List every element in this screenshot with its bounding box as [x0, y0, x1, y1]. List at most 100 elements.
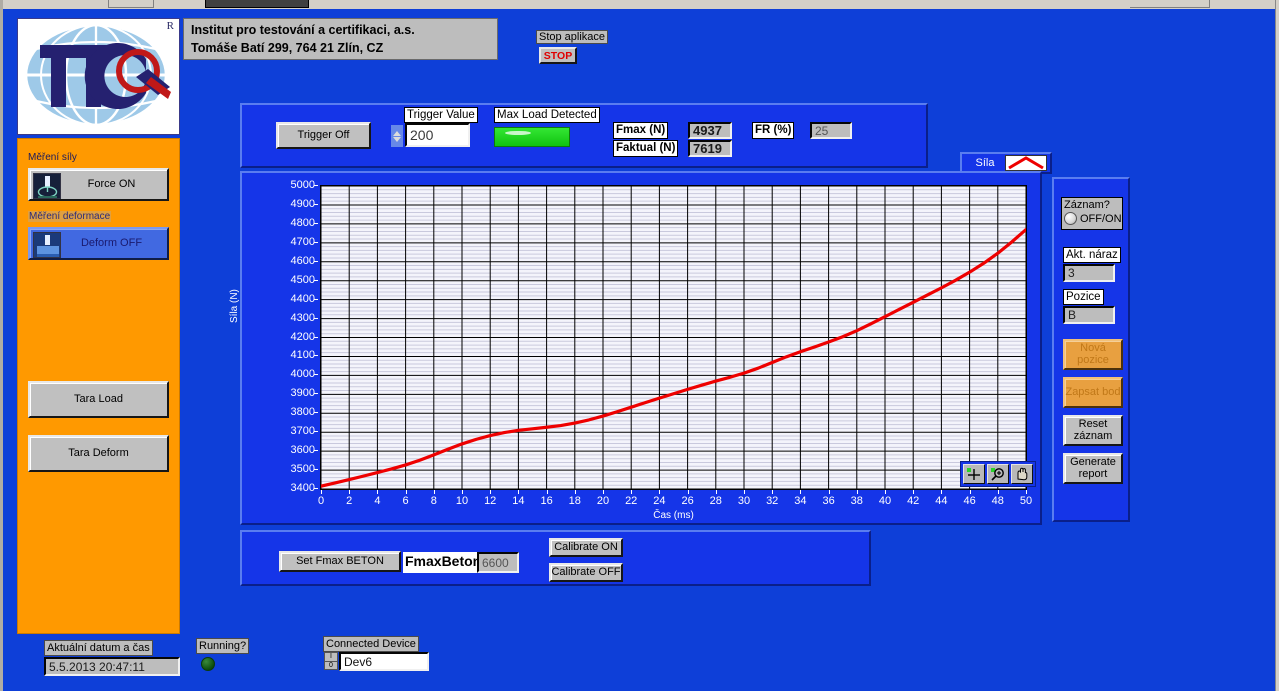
fr-percent-label: FR (%)	[752, 122, 795, 139]
x-tick-label: 4	[362, 490, 392, 507]
pozice-label: Pozice	[1063, 289, 1104, 305]
x-tick-label: 44	[926, 490, 956, 507]
application-window: R Měření síly Force ON Měření deformace	[0, 0, 1279, 691]
x-tick-label: 14	[503, 490, 533, 507]
y-tick-label: 4100	[242, 349, 318, 361]
x-tick-label: 50	[1011, 490, 1041, 507]
max-load-detected-label: Max Load Detected	[494, 107, 600, 123]
x-tick-label: 6	[391, 490, 421, 507]
y-tick-label: 4300	[242, 312, 318, 324]
x-tick-label: 36	[814, 490, 844, 507]
window-body: R Měření síly Force ON Měření deformace	[3, 9, 1275, 691]
y-tick-label: 4000	[242, 368, 318, 380]
trigger-value-stepper[interactable]	[391, 125, 403, 147]
pan-hand-icon[interactable]	[1011, 464, 1033, 484]
y-tick-label: 4200	[242, 331, 318, 343]
fmax-value: 4937	[688, 122, 732, 139]
record-toggle[interactable]: Záznam? OFF/ON	[1061, 197, 1123, 230]
cursor-crosshair-icon[interactable]	[963, 464, 985, 484]
x-tick-label: 2	[334, 490, 364, 507]
x-tick-label: 8	[419, 490, 449, 507]
x-axis-ticks: 0 2 4 6 8 10 12 14 16 18 20 22 24 26 28 30 32 34 36 38 40 42 4…	[318, 490, 1032, 509]
y-tick-label: 5000	[242, 179, 318, 191]
y-tick-label: 3800	[242, 406, 318, 418]
running-label: Running?	[196, 638, 250, 654]
chrome-chip-right	[205, 0, 309, 8]
calibrate-off-button[interactable]: Calibrate OFF	[549, 563, 623, 582]
akt-naraz-value[interactable]: 3	[1063, 264, 1115, 282]
x-tick-label: 28	[701, 490, 731, 507]
force-on-label: Force ON	[87, 177, 136, 190]
y-tick-label: 4800	[242, 217, 318, 229]
x-tick-label: 48	[983, 490, 1013, 507]
deform-icon	[33, 232, 61, 258]
tara-deform-button[interactable]: Tara Deform	[28, 435, 169, 472]
reset-zaznam-button[interactable]: Reset záznam	[1063, 415, 1123, 446]
running-led	[201, 657, 215, 671]
zapsat-bod-label: Zapsat bod	[1065, 385, 1121, 398]
chrome-chip-left	[108, 0, 154, 8]
x-tick-label: 40	[870, 490, 900, 507]
trigger-off-label: Trigger Off	[297, 128, 350, 141]
y-tick-label: 3400	[242, 482, 318, 494]
set-fmax-beton-button[interactable]: Set Fmax BETON	[279, 551, 401, 572]
x-tick-label: 22	[616, 490, 646, 507]
fmax-beton-value[interactable]: 6600	[477, 552, 519, 573]
x-tick-label: 38	[842, 490, 872, 507]
io-badge-icon: I0	[324, 652, 338, 670]
calibration-strip: Set Fmax BETON FmaxBeton 6600 Calibrate …	[240, 530, 871, 586]
x-tick-label: 30	[729, 490, 759, 507]
datetime-value: 5.5.2013 20:47:11	[44, 657, 180, 676]
y-tick-label: 4900	[242, 198, 318, 210]
y-tick-label: 3600	[242, 444, 318, 456]
nova-pozice-button[interactable]: Nová pozice	[1063, 339, 1123, 370]
force-on-button[interactable]: Force ON	[28, 168, 169, 201]
record-radio-icon[interactable]	[1064, 212, 1077, 225]
generate-report-label: Generate report	[1070, 455, 1116, 480]
company-banner: Institut pro testování a certifikaci, a.…	[183, 18, 498, 60]
trigger-control-strip: Trigger Off Trigger Value 200 Max Load D…	[240, 103, 928, 168]
x-tick-label: 32	[757, 490, 787, 507]
calibrate-on-button[interactable]: Calibrate ON	[549, 538, 623, 557]
x-tick-label: 0	[306, 490, 336, 507]
itc-logo-graphic	[24, 23, 171, 127]
generate-report-button[interactable]: Generate report	[1063, 453, 1123, 484]
y-tick-label: 3500	[242, 463, 318, 475]
y-tick-label: 4700	[242, 236, 318, 248]
company-line-1: Institut pro testování a certifikaci, a.…	[191, 23, 415, 37]
trigger-off-button[interactable]: Trigger Off	[276, 122, 371, 149]
connected-device-label: Connected Device	[323, 636, 419, 652]
deform-off-button[interactable]: Deform OFF	[28, 227, 169, 260]
window-edge-right	[1275, 0, 1279, 691]
x-tick-label: 24	[644, 490, 674, 507]
trigger-value-label: Trigger Value	[404, 107, 478, 123]
x-tick-label: 46	[955, 490, 985, 507]
tara-load-button[interactable]: Tara Load	[28, 381, 169, 418]
tara-deform-label: Tara Deform	[68, 446, 129, 459]
max-load-detected-led	[494, 127, 570, 147]
fr-percent-value: 25	[810, 122, 852, 139]
stop-app-label: Stop aplikace	[536, 30, 609, 44]
zoom-magnifier-icon[interactable]	[987, 464, 1009, 484]
x-tick-label: 16	[532, 490, 562, 507]
itc-logo: R	[17, 18, 180, 135]
x-tick-label: 42	[898, 490, 928, 507]
pozice-value[interactable]: B	[1063, 306, 1115, 324]
zapsat-bod-button[interactable]: Zapsat bod	[1063, 377, 1123, 408]
force-icon	[33, 173, 61, 199]
legend-label: Síla	[975, 157, 995, 169]
x-tick-label: 20	[588, 490, 618, 507]
y-tick-label: 4600	[242, 255, 318, 267]
calibrate-on-label: Calibrate ON	[554, 540, 618, 553]
x-tick-label: 12	[475, 490, 505, 507]
y-tick-label: 4400	[242, 293, 318, 305]
set-fmax-beton-label: Set Fmax BETON	[296, 554, 384, 567]
connected-device-value[interactable]: Dev6	[339, 652, 429, 671]
record-state: OFF/ON	[1080, 212, 1122, 225]
reset-zaznam-label: Reset záznam	[1073, 417, 1113, 442]
trigger-value-input[interactable]: 200	[405, 123, 470, 147]
fmax-beton-label: FmaxBeton	[403, 552, 484, 573]
chrome-chip-far-right	[1130, 0, 1210, 8]
stop-button[interactable]: STOP	[539, 47, 577, 64]
plot-area[interactable]	[320, 185, 1027, 490]
